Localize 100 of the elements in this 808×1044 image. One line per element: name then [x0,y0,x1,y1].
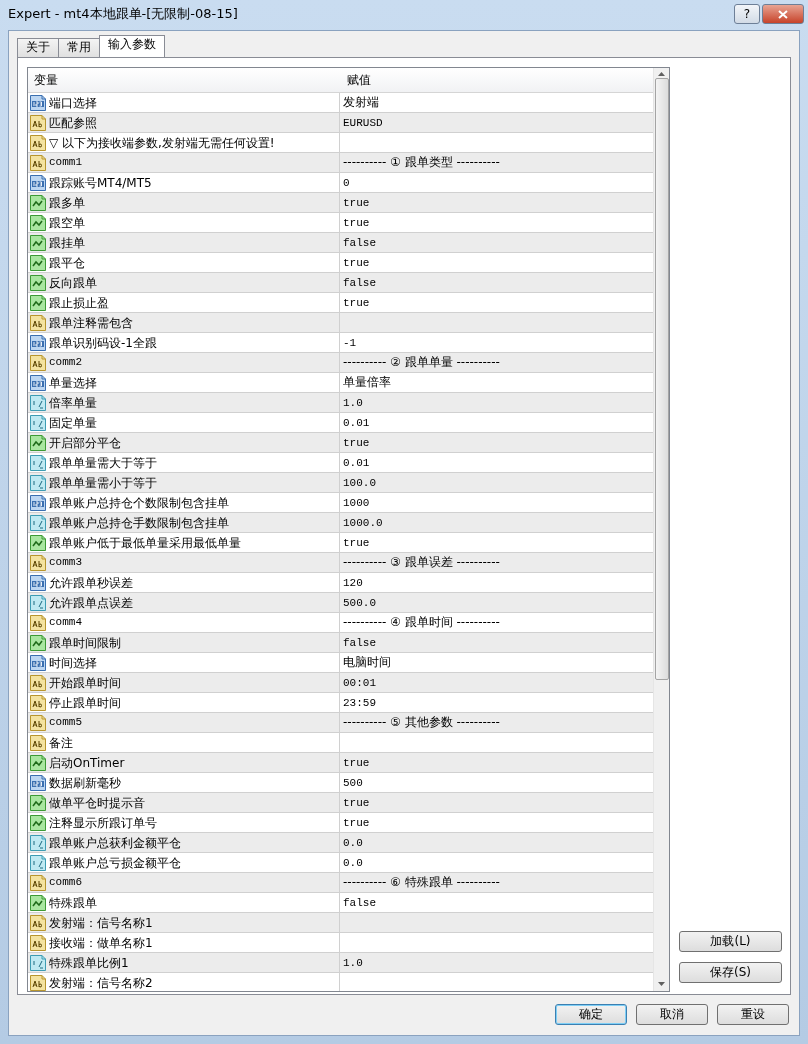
value-cell[interactable]: 00:01 [343,677,376,689]
variable-name: 特殊跟单 [49,894,97,912]
boolean-icon [30,274,46,291]
value-cell[interactable]: 0 [343,177,350,189]
scroll-up-icon[interactable] [658,72,665,76]
column-header[interactable]: 变量 [28,68,341,92]
value-cell[interactable]: 23:59 [343,697,376,709]
value-cell[interactable]: -1 [343,337,357,349]
dialog-button[interactable]: 确定 [555,1004,627,1025]
value-cell[interactable]: ---------- ④ 跟单时间 ---------- [343,615,500,629]
scrollbar[interactable] [653,68,669,991]
value-cell[interactable]: ---------- ⑥ 特殊跟单 ---------- [343,875,500,889]
decimal-icon [30,854,46,871]
variable-name: 单量选择 [49,374,97,392]
variable-name: comm3 [49,555,82,571]
value-cell[interactable]: ---------- ③ 跟单误差 ---------- [343,555,500,569]
text-icon [30,914,46,931]
value-cell[interactable]: 0.0 [343,837,363,849]
value-cell[interactable]: true [343,437,370,449]
variable-name: 跟踪账号MT4/MT5 [49,174,152,192]
value-cell[interactable]: 500.0 [343,597,376,609]
value-cell[interactable]: EURUSD [343,117,383,129]
boolean-icon [30,894,46,911]
close-button[interactable] [762,4,804,24]
boolean-icon [30,234,46,251]
value-cell[interactable]: 1000 [343,497,370,509]
variable-name: 允许跟单秒误差 [49,574,133,592]
value-cell[interactable]: 1.0 [343,397,363,409]
value-cell[interactable]: ---------- ⑤ 其他参数 ---------- [343,715,500,729]
value-cell[interactable]: 500 [343,777,363,789]
value-cell[interactable]: 120 [343,577,363,589]
value-cell[interactable]: ---------- ① 跟单类型 ---------- [343,155,500,169]
variable-name: 固定单量 [49,414,97,432]
value-cell[interactable]: true [343,797,370,809]
integer-icon [30,374,46,391]
decimal-icon [30,454,46,471]
tab[interactable]: 常用 [58,38,100,57]
variable-name: 开启部分平仓 [49,434,121,452]
text-icon [30,874,46,891]
value-cell[interactable]: true [343,297,370,309]
column-header[interactable]: 赋值 [341,68,371,92]
variable-name: 跟单单量需大于等于 [49,454,157,472]
decimal-icon [30,594,46,611]
variable-name: 停止跟单时间 [49,694,121,712]
integer-icon [30,174,46,191]
value-cell[interactable]: true [343,257,370,269]
variable-name: 允许跟单点误差 [49,594,133,612]
value-cell[interactable]: true [343,217,370,229]
value-cell[interactable]: true [343,197,370,209]
dialog-button[interactable]: 取消 [636,1004,708,1025]
value-cell[interactable]: true [343,537,370,549]
value-cell[interactable]: 发射端 [343,95,379,109]
decimal-icon [30,474,46,491]
variable-name: 发射端：信号名称1 [49,914,153,932]
value-cell[interactable]: false [343,237,376,249]
value-cell[interactable]: 1.0 [343,957,363,969]
variable-name: comm2 [49,355,82,371]
dialog-button[interactable]: 重设 [717,1004,789,1025]
integer-icon [30,334,46,351]
decimal-icon [30,414,46,431]
text-icon [30,674,46,691]
integer-icon [30,574,46,591]
value-cell[interactable]: ---------- ② 跟单单量 ---------- [343,355,500,369]
boolean-icon [30,214,46,231]
variable-name: 接收端：做单名称1 [49,934,153,952]
variable-name: 跟单识别码设-1全跟 [49,334,157,352]
side-button[interactable]: 保存(S) [679,962,782,983]
boolean-icon [30,634,46,651]
variable-name: comm1 [49,155,82,171]
value-cell[interactable]: 0.01 [343,417,370,429]
boolean-icon [30,434,46,451]
variable-name: 跟空单 [49,214,85,232]
scrollbar-thumb[interactable] [654,78,669,680]
variable-name: 倍率单量 [49,394,97,412]
variable-name: 跟单账户总持仓手数限制包含挂单 [49,514,229,532]
value-cell[interactable]: true [343,817,370,829]
value-cell[interactable]: false [343,277,376,289]
value-cell[interactable]: 1000.0 [343,517,383,529]
text-icon [30,134,46,151]
value-cell[interactable]: 0.01 [343,457,370,469]
variable-name: 跟止损止盈 [49,294,109,312]
value-cell[interactable]: 100.0 [343,477,376,489]
side-button[interactable]: 加载(L) [679,931,782,952]
tab[interactable]: 输入参数 [99,35,165,57]
text-icon [30,934,46,951]
variable-name: 跟单注释需包含 [49,314,133,332]
value-cell[interactable]: 电脑时间 [343,655,391,669]
value-cell[interactable]: 单量倍率 [343,375,391,389]
integer-icon [30,494,46,511]
help-button[interactable]: ? [734,4,760,24]
variable-name: 跟单账户总亏损金额平仓 [49,854,181,872]
value-cell[interactable]: true [343,757,370,769]
variable-name: 跟单时间限制 [49,634,121,652]
text-icon [30,554,46,571]
value-cell[interactable]: false [343,897,376,909]
scroll-down-icon[interactable] [658,982,665,986]
variable-name: 跟单账户总持仓个数限制包含挂单 [49,494,229,512]
value-cell[interactable]: 0.0 [343,857,363,869]
value-cell[interactable]: false [343,637,376,649]
tab[interactable]: 关于 [17,38,59,57]
